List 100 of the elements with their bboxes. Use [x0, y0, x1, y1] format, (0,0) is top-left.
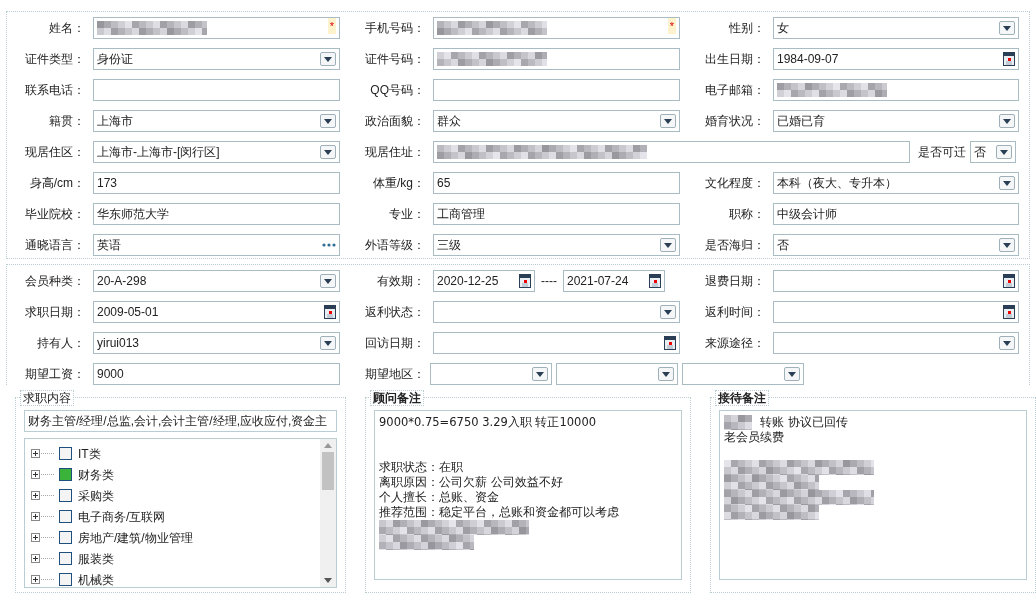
- dropdown[interactable]: 身份证: [93, 48, 340, 70]
- calendar-icon: [664, 336, 676, 350]
- tree-item[interactable]: 财务类: [78, 465, 114, 484]
- checkbox[interactable]: [59, 447, 72, 460]
- field-label: 返利状态：: [364, 304, 426, 321]
- scrollbar[interactable]: [320, 439, 336, 587]
- calendar-icon: [324, 305, 336, 319]
- field-label: 毕业院校：: [24, 206, 86, 223]
- expand-icon[interactable]: [31, 512, 55, 521]
- field-label: 会员种类：: [24, 273, 86, 290]
- field-label: 性别：: [728, 20, 766, 37]
- date-field[interactable]: 2021-07-24: [563, 270, 665, 292]
- field-label: 持有人：: [36, 335, 86, 352]
- text-field[interactable]: 工商管理: [433, 203, 680, 225]
- dropdown[interactable]: 上海市-上海市-[闵行区]: [93, 141, 340, 163]
- field-label: 身高/cm：: [28, 175, 86, 192]
- expand-icon[interactable]: [31, 533, 55, 542]
- date-field[interactable]: 2020-12-25: [433, 270, 535, 292]
- section-legend: 求职内容: [20, 390, 74, 406]
- date-field[interactable]: [433, 332, 680, 354]
- field-label: 返利时间：: [704, 304, 766, 321]
- required-mark: *: [327, 18, 336, 35]
- date-field[interactable]: 2009-05-01: [93, 301, 340, 323]
- dropdown[interactable]: 三级: [433, 234, 680, 256]
- range-separator: ----: [541, 273, 557, 290]
- field-label: 文化程度：: [704, 175, 766, 192]
- tree-item[interactable]: 采购类: [78, 486, 114, 505]
- field-label: 婚育状况：: [704, 113, 766, 130]
- text-field[interactable]: 65: [433, 172, 680, 194]
- text-field[interactable]: *: [433, 17, 680, 39]
- field-label: 有效期：: [376, 273, 426, 290]
- field-label: 职称：: [728, 206, 766, 223]
- field-label: 电子邮箱：: [704, 82, 766, 99]
- text-field[interactable]: 华东师范大学: [93, 203, 340, 225]
- date-field[interactable]: 1984-09-07: [773, 48, 1019, 70]
- calendar-icon: [1003, 305, 1015, 319]
- field-label: 求职日期：: [24, 304, 86, 321]
- field-label: 现居住址：: [364, 144, 426, 161]
- calendar-icon: [1003, 274, 1015, 288]
- text-field[interactable]: 9000: [93, 363, 340, 385]
- dropdown[interactable]: 否: [970, 141, 1016, 163]
- checkbox[interactable]: [59, 531, 72, 544]
- field-label: 通晓语言：: [24, 237, 86, 254]
- text-field[interactable]: 173: [93, 172, 340, 194]
- scroll-thumb[interactable]: [322, 452, 334, 490]
- field-label: 回访日期：: [364, 335, 426, 352]
- field-label: 手机号码：: [364, 20, 426, 37]
- text-field[interactable]: [93, 79, 340, 101]
- dropdown[interactable]: 20-A-298: [93, 270, 340, 292]
- field-label: 现居住区：: [24, 144, 86, 161]
- dropdown[interactable]: 群众: [433, 110, 680, 132]
- text-field[interactable]: 财务主管/经理/总监,会计,会计主管/经理,应收应付,资金主: [24, 410, 337, 432]
- notes-textarea[interactable]: 9000*0.75=6750 3.29入职 转正10000 求职状态：在职 离职原因：公司欠薪 公司效益不好 个人擅长：总账、资金 推荐范围：稳定平台，总账和资金都可以考虑: [374, 410, 682, 580]
- text-field[interactable]: [433, 79, 680, 101]
- text-field[interactable]: [773, 79, 1019, 101]
- checkbox[interactable]: [59, 510, 72, 523]
- text-field[interactable]: 中级会计师: [773, 203, 1019, 225]
- date-field[interactable]: [773, 301, 1019, 323]
- field-label: 出生日期：: [704, 51, 766, 68]
- expand-icon[interactable]: [31, 470, 55, 479]
- expand-icon[interactable]: [31, 449, 55, 458]
- date-field[interactable]: [773, 270, 1019, 292]
- field-label: 期望工资：: [24, 366, 86, 383]
- tree-item[interactable]: IT类: [78, 444, 101, 463]
- field-label: 是否海归：: [704, 237, 766, 254]
- dropdown[interactable]: 本科（夜大、专升本）: [773, 172, 1019, 194]
- expand-icon[interactable]: [31, 491, 55, 500]
- expand-icon[interactable]: [31, 575, 55, 584]
- calendar-icon: [519, 274, 531, 288]
- tree-item[interactable]: 服装类: [78, 549, 114, 568]
- checkbox[interactable]: [59, 468, 72, 481]
- tree-item[interactable]: 电子商务/互联网: [78, 507, 166, 526]
- text-field[interactable]: [433, 48, 680, 70]
- text-field[interactable]: [433, 141, 910, 163]
- field-label: 政治面貌：: [364, 113, 426, 130]
- field-label: 期望地区：: [364, 366, 426, 383]
- dropdown[interactable]: 女: [773, 17, 1019, 39]
- field-label: 体重/kg：: [372, 175, 426, 192]
- dropdown[interactable]: 上海市: [93, 110, 340, 132]
- dropdown[interactable]: 否: [773, 234, 1019, 256]
- field-label: 联系电话：: [24, 82, 86, 99]
- field-label: 证件号码：: [364, 51, 426, 68]
- expand-icon[interactable]: [31, 554, 55, 563]
- field-label: 籍贯：: [48, 113, 86, 130]
- checkbox[interactable]: [59, 552, 72, 565]
- field-label: 外语等级：: [364, 237, 426, 254]
- dropdown[interactable]: yirui013: [93, 332, 340, 354]
- checkbox[interactable]: [59, 489, 72, 502]
- required-mark: *: [667, 18, 676, 35]
- notes-textarea[interactable]: 转账 协议已回传 老会员续费: [719, 410, 1027, 580]
- tree-item[interactable]: 机械类: [78, 570, 114, 587]
- scroll-down-icon: [324, 578, 332, 583]
- tree-item[interactable]: 房地产/建筑/物业管理: [78, 528, 193, 547]
- dropdown[interactable]: 已婚已育: [773, 110, 1019, 132]
- text-field[interactable]: *: [93, 17, 340, 39]
- calendar-icon: [649, 274, 661, 288]
- field-label: QQ号码：: [369, 82, 426, 99]
- lookup-field[interactable]: 英语: [93, 234, 340, 256]
- field-label: 专业：: [388, 206, 426, 223]
- checkbox[interactable]: [59, 573, 72, 586]
